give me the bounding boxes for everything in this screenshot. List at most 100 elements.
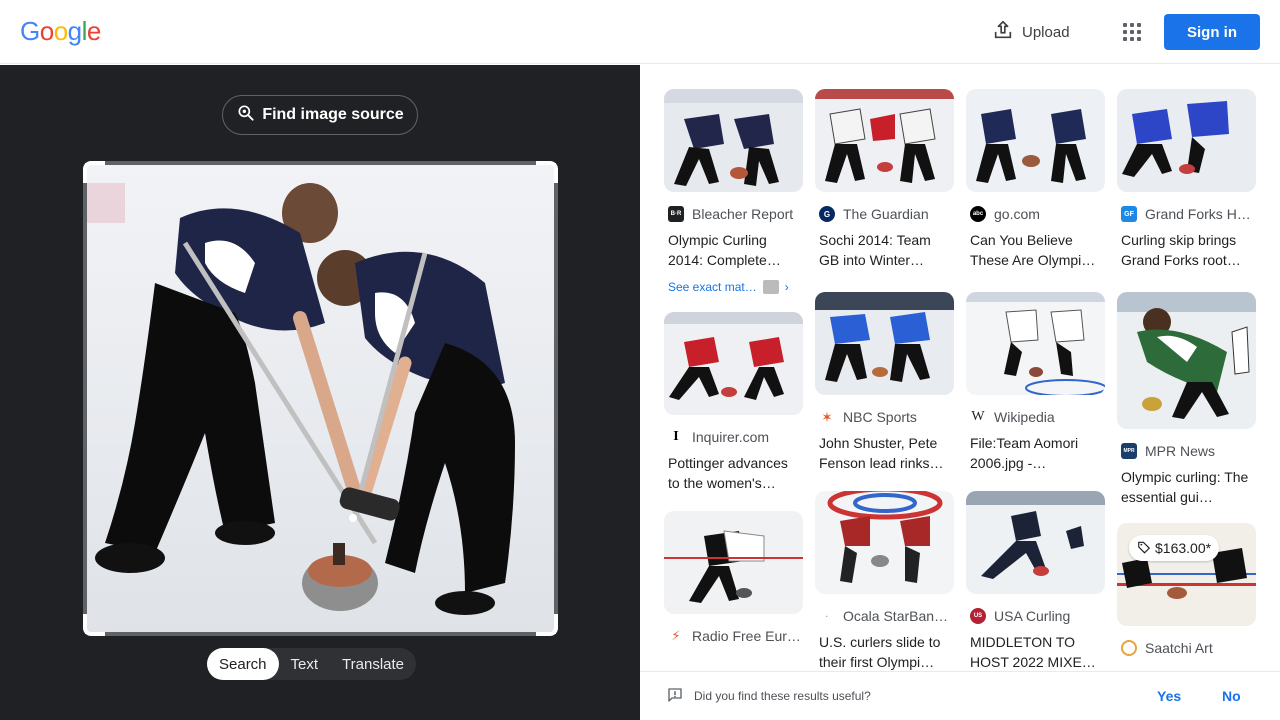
result-source[interactable]: G The Guardian — [815, 206, 954, 222]
result-title[interactable]: Curling skip brings Grand Forks root… — [1117, 230, 1256, 270]
tab-text[interactable]: Text — [279, 648, 331, 680]
mpr-icon: MPR — [1121, 443, 1137, 459]
result-card[interactable]: B·R Bleacher Report Olympic Curling 2014… — [664, 89, 803, 294]
result-source[interactable]: Saatchi Art — [1117, 640, 1256, 656]
find-image-source-button[interactable]: Find image source — [222, 95, 418, 135]
result-thumbnail[interactable] — [966, 89, 1105, 192]
result-source[interactable]: abc go.com — [966, 206, 1105, 222]
source-label: go.com — [994, 206, 1040, 222]
source-label: Ocala StarBan… — [843, 608, 949, 624]
logo-letter: g — [67, 16, 82, 46]
result-card[interactable]: ✶ NBC Sports John Shuster, Pete Fenson l… — [815, 292, 954, 473]
nbc-icon: ✶ — [819, 409, 835, 425]
result-thumbnail[interactable] — [966, 491, 1105, 594]
source-label: Saatchi Art — [1145, 640, 1213, 656]
source-label: MPR News — [1145, 443, 1216, 459]
result-thumbnail[interactable] — [664, 312, 803, 415]
apps-grid-icon[interactable] — [1120, 20, 1144, 44]
result-thumbnail[interactable] — [815, 292, 954, 395]
source-label: The Guardian — [843, 206, 929, 222]
header: Google Upload Sign in — [0, 0, 1280, 64]
result-thumbnail[interactable]: $163.00* — [1117, 523, 1256, 626]
rfe-icon: ⚡ — [668, 628, 684, 644]
guardian-icon: G — [819, 206, 835, 222]
source-label: USA Curling — [994, 608, 1071, 624]
result-thumbnail[interactable] — [815, 491, 954, 594]
tab-translate[interactable]: Translate — [330, 648, 416, 680]
result-thumbnail[interactable] — [815, 89, 954, 192]
feedback-icon — [666, 686, 684, 707]
result-source[interactable]: MPR MPR News — [1117, 443, 1256, 459]
result-card[interactable]: W Wikipedia File:Team Aomori 2006.jpg -… — [966, 292, 1105, 473]
result-thumbnail[interactable] — [664, 511, 803, 614]
usa-curling-icon: US — [970, 608, 986, 624]
result-card[interactable]: · Ocala StarBan… U.S. curlers slide to t… — [815, 491, 954, 671]
bleacher-report-icon: B·R — [668, 206, 684, 222]
upload-label: Upload — [1022, 23, 1070, 41]
upload-button[interactable]: Upload — [992, 20, 1070, 44]
logo-letter: o — [53, 16, 68, 46]
source-label: Wikipedia — [994, 409, 1055, 425]
price-label: $163.00* — [1155, 540, 1212, 556]
logo-letter: e — [86, 16, 101, 46]
find-image-source-label: Find image source — [262, 106, 404, 123]
result-title[interactable]: Olympic curling: The essential gui… — [1117, 467, 1256, 507]
feedback-question-label: Did you find these results useful? — [694, 689, 871, 703]
result-card[interactable]: US USA Curling MIDDLETON TO HOST 2022 MI… — [966, 491, 1105, 671]
result-card[interactable]: MPR MPR News Olympic curling: The essent… — [1117, 292, 1256, 507]
lens-search-icon — [236, 103, 256, 128]
result-title[interactable]: MIDDLETON TO HOST 2022 MIXE… — [966, 632, 1105, 671]
result-source[interactable]: GF Grand Forks H… — [1117, 206, 1256, 222]
result-title[interactable]: Sochi 2014: Team GB into Winter… — [815, 230, 954, 270]
results-column: G The Guardian Sochi 2014: Team GB into … — [815, 89, 954, 671]
logo-letter: o — [39, 16, 54, 46]
sign-in-button[interactable]: Sign in — [1164, 14, 1260, 50]
inquirer-icon: I — [668, 429, 684, 445]
saatchi-icon — [1121, 640, 1137, 656]
result-title[interactable]: Pottinger advances to the women's… — [664, 453, 803, 493]
chevron-right-icon: › — [784, 280, 789, 294]
result-title[interactable]: File:Team Aomori 2006.jpg -… — [966, 433, 1105, 473]
results-column: B·R Bleacher Report Olympic Curling 2014… — [664, 89, 803, 660]
price-badge: $163.00* — [1129, 535, 1220, 561]
result-source[interactable]: · Ocala StarBan… — [815, 608, 954, 624]
feedback-yes-button[interactable]: Yes — [1157, 688, 1181, 704]
result-source[interactable]: ⚡ Radio Free Eur… — [664, 628, 803, 644]
result-thumbnail[interactable] — [664, 89, 803, 192]
result-source[interactable]: ✶ NBC Sports — [815, 409, 954, 425]
exact-label: See exact mat… — [668, 280, 757, 294]
result-thumbnail[interactable] — [966, 292, 1105, 395]
mode-tabs: Search Text Translate — [207, 648, 417, 680]
source-label: Inquirer.com — [692, 429, 770, 445]
result-source[interactable]: I Inquirer.com — [664, 429, 803, 445]
result-card[interactable]: GF Grand Forks H… Curling skip brings Gr… — [1117, 89, 1256, 270]
result-source[interactable]: US USA Curling — [966, 608, 1105, 624]
wikipedia-icon: W — [970, 409, 986, 425]
result-card[interactable]: G The Guardian Sochi 2014: Team GB into … — [815, 89, 954, 270]
result-title[interactable]: Can You Believe These Are Olympi… — [966, 230, 1105, 270]
ocala-icon: · — [819, 608, 835, 624]
result-source[interactable]: W Wikipedia — [966, 409, 1105, 425]
result-title[interactable]: U.S. curlers slide to their first Olympi… — [815, 632, 954, 671]
result-card[interactable]: I Inquirer.com Pottinger advances to the… — [664, 312, 803, 493]
result-thumbnail[interactable] — [1117, 89, 1256, 192]
feedback-no-button[interactable]: No — [1222, 688, 1241, 704]
feedback-question: Did you find these results useful? — [666, 686, 871, 707]
exact-thumb-icon — [762, 280, 779, 294]
result-thumbnail[interactable] — [1117, 292, 1256, 429]
upload-icon — [992, 19, 1014, 45]
query-image[interactable] — [85, 163, 556, 634]
result-card[interactable]: $163.00* Saatchi Art — [1117, 523, 1256, 656]
result-title[interactable]: Olympic Curling 2014: Complete… — [664, 230, 803, 270]
result-source[interactable]: B·R Bleacher Report — [664, 206, 803, 222]
results-column: abc go.com Can You Believe These Are Oly… — [966, 89, 1105, 671]
result-card[interactable]: abc go.com Can You Believe These Are Oly… — [966, 89, 1105, 270]
abc-icon: abc — [970, 206, 986, 222]
feedback-bar: Did you find these results useful? Yes N… — [640, 671, 1280, 720]
result-title[interactable]: John Shuster, Pete Fenson lead rinks… — [815, 433, 954, 473]
google-logo[interactable]: Google — [20, 16, 101, 47]
tab-search[interactable]: Search — [207, 648, 279, 680]
see-exact-matches-link[interactable]: See exact mat… › — [664, 280, 803, 294]
result-card[interactable]: ⚡ Radio Free Eur… — [664, 511, 803, 644]
source-label: NBC Sports — [843, 409, 917, 425]
